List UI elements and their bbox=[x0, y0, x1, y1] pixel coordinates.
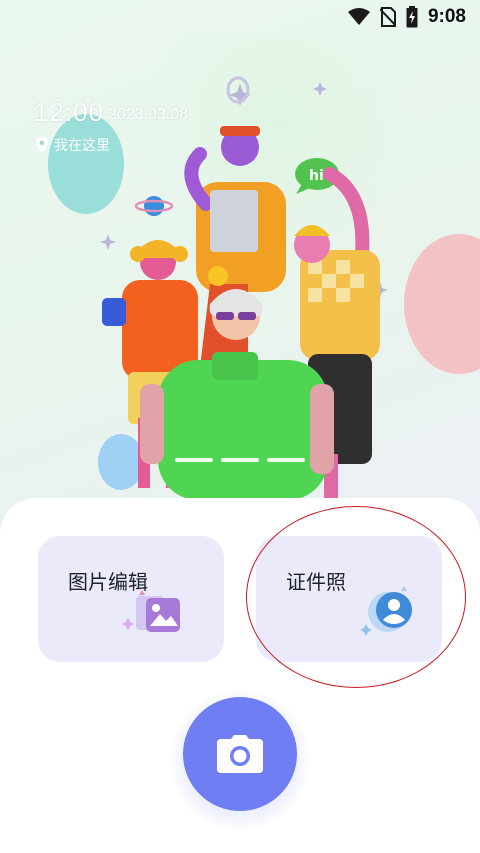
no-sim-icon bbox=[379, 7, 396, 27]
wifi-icon bbox=[347, 8, 370, 25]
group-people-illustration: hi bbox=[100, 76, 388, 500]
status-bar: 9:08 bbox=[0, 0, 480, 34]
pager-dot[interactable] bbox=[221, 458, 259, 462]
camera-button[interactable] bbox=[183, 697, 297, 811]
location-pin-icon bbox=[36, 137, 48, 153]
image-icon bbox=[122, 590, 180, 632]
id-photo-label: 证件照 bbox=[286, 570, 346, 594]
id-photo-card[interactable]: 证件照 bbox=[256, 536, 442, 662]
user-avatar-icon bbox=[360, 586, 412, 636]
status-time: 9:08 bbox=[427, 6, 466, 27]
camera-icon bbox=[217, 735, 263, 773]
speech-bubble-text: hi bbox=[309, 168, 324, 184]
banner-pager[interactable] bbox=[175, 458, 305, 462]
battery-charging-icon bbox=[406, 6, 418, 28]
pager-dot[interactable] bbox=[267, 458, 305, 462]
hero-banner[interactable]: 12:00 2023.03.08 我在这里 hi bbox=[0, 34, 480, 504]
decorative-blob-pink bbox=[404, 234, 480, 374]
photo-edit-card[interactable]: 图片编辑 bbox=[38, 536, 224, 662]
pager-dot[interactable] bbox=[175, 458, 213, 462]
